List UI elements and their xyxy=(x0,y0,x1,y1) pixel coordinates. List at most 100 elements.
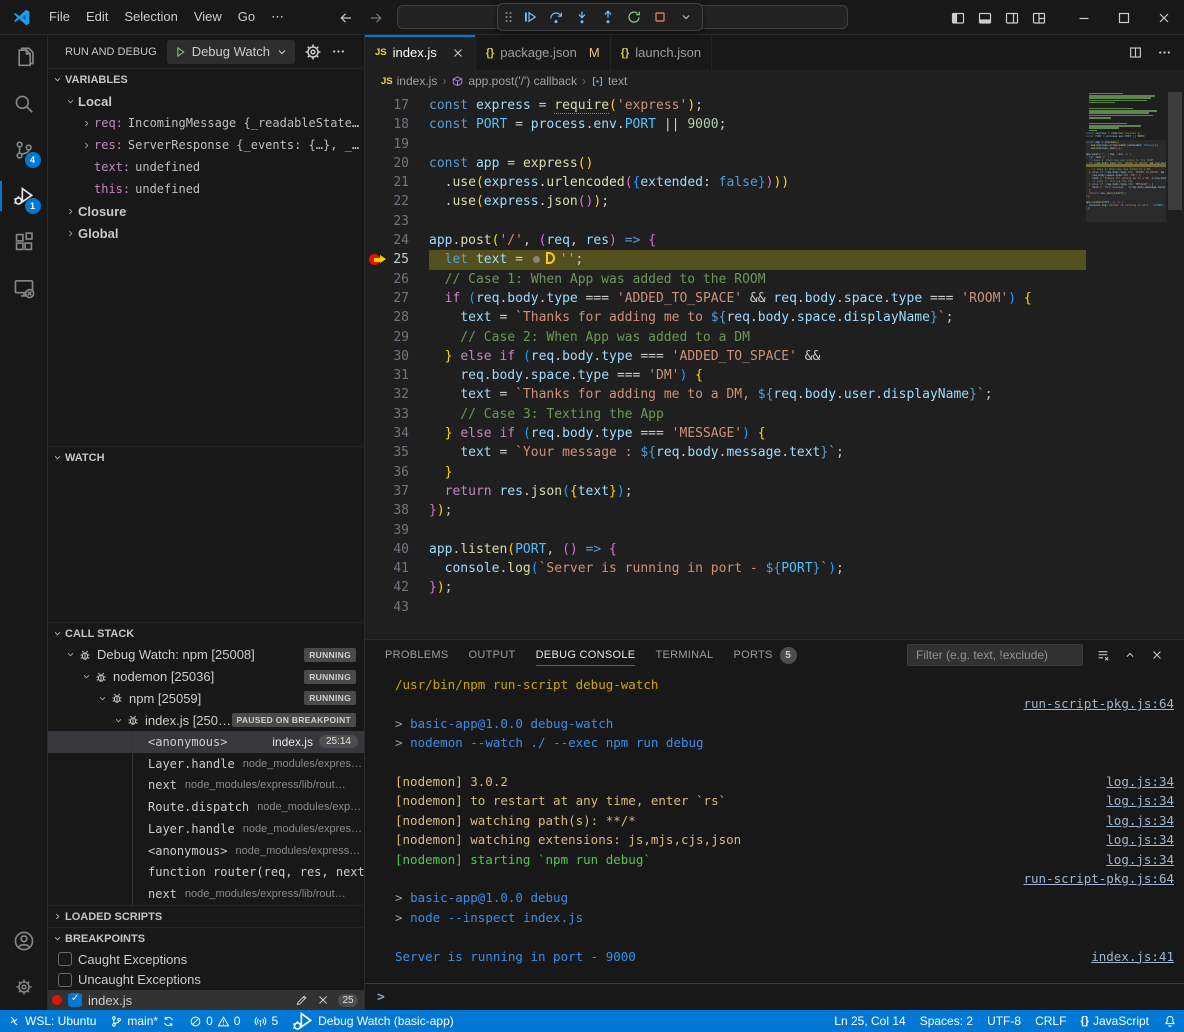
breakpoint-checkbox[interactable] xyxy=(68,993,82,1007)
code-line-41[interactable]: 41 console.log(`Server is running in por… xyxy=(365,559,1086,578)
code-line-26[interactable]: 26 // Case 1: When App was added to the … xyxy=(365,270,1086,289)
code-line-29[interactable]: 29 // Case 2: When App was added to a DM xyxy=(365,328,1086,347)
line-number[interactable]: 32 xyxy=(365,385,409,404)
callstack-frame[interactable]: Layer.handle node_modules/expres… xyxy=(48,753,364,775)
debug-settings-gear-icon[interactable] xyxy=(303,42,323,62)
code-line-38[interactable]: 38}); xyxy=(365,501,1086,520)
views-more-actions-icon[interactable] xyxy=(331,44,346,59)
editor-scrollbar[interactable] xyxy=(1166,92,1184,639)
line-number[interactable]: 29 xyxy=(365,328,409,347)
step-out-button[interactable] xyxy=(595,5,621,29)
code-line-25[interactable]: 25 let text = ''; xyxy=(365,250,1086,269)
activity-explorer[interactable] xyxy=(0,35,48,81)
remove-breakpoint-icon[interactable] xyxy=(316,993,330,1007)
close-button[interactable] xyxy=(1144,0,1184,35)
code-line-34[interactable]: 34 } else if (req.body.type === 'MESSAGE… xyxy=(365,424,1086,443)
code-line-42[interactable]: 42}); xyxy=(365,578,1086,597)
callstack-frame[interactable]: function router(req, res, next) {.pr… xyxy=(48,862,364,884)
status-encoding[interactable]: UTF-8 xyxy=(980,1010,1028,1032)
console-source-link[interactable]: log.js:34 xyxy=(1106,850,1176,869)
code-line-28[interactable]: 28 text = `Thanks for adding me to ${req… xyxy=(365,308,1086,327)
line-number[interactable]: 39 xyxy=(365,521,409,540)
menu-go[interactable]: Go xyxy=(230,4,263,30)
activity-settings[interactable] xyxy=(0,964,48,1010)
code-line-18[interactable]: 18const PORT = process.env.PORT || 9000; xyxy=(365,115,1086,134)
variable-scope-global[interactable]: Global xyxy=(48,222,364,244)
line-number[interactable]: 34 xyxy=(365,424,409,443)
menu-selection[interactable]: Selection xyxy=(116,4,185,30)
breadcrumb-item[interactable]: app.post('/') callback xyxy=(451,74,577,88)
callstack-frame[interactable]: <anonymous> node_modules/express… xyxy=(48,840,364,862)
toggle-secondary-sidebar-button[interactable] xyxy=(998,0,1025,35)
code-line-43[interactable]: 43 xyxy=(365,598,1086,617)
code-line-39[interactable]: 39 xyxy=(365,521,1086,540)
variable-row[interactable]: res:ServerResponse {_events: {…}, _ev… xyxy=(48,134,364,156)
toggle-panel-button[interactable] xyxy=(971,0,998,35)
console-source-link[interactable]: log.js:34 xyxy=(1106,791,1176,810)
activity-source-control[interactable]: 4 xyxy=(0,127,48,173)
debug-console-input[interactable]: > xyxy=(365,983,1184,1010)
code-line-31[interactable]: 31 req.body.space.type === 'DM') { xyxy=(365,366,1086,385)
code-line-37[interactable]: 37 return res.json({text}); xyxy=(365,482,1086,501)
status-git-branch[interactable]: main* xyxy=(103,1010,182,1032)
code-line-40[interactable]: 40app.listen(PORT, () => { xyxy=(365,540,1086,559)
start-debugging-icon[interactable] xyxy=(173,45,187,59)
line-number[interactable]: 43 xyxy=(365,598,409,617)
scrollbar-thumb[interactable] xyxy=(1168,92,1182,210)
line-number[interactable]: 42 xyxy=(365,578,409,597)
tab-package-json[interactable]: {}package.json M xyxy=(476,35,611,70)
callstack-session[interactable]: index.js [25083] PAUSED ON BREAKPOINT xyxy=(48,709,364,731)
line-number[interactable]: 19 xyxy=(365,135,409,154)
customize-layout-button[interactable] xyxy=(1025,0,1052,35)
line-number[interactable]: 33 xyxy=(365,405,409,424)
restart-button[interactable] xyxy=(621,5,647,29)
code-line-22[interactable]: 22 .use(express.json()); xyxy=(365,192,1086,211)
breakpoint-row[interactable]: Caught Exceptions xyxy=(48,949,364,970)
code-line-36[interactable]: 36 } xyxy=(365,463,1086,482)
status-debug-status[interactable]: Debug Watch (basic-app) xyxy=(285,1010,461,1032)
line-number[interactable]: 41 xyxy=(365,559,409,578)
go-forward-icon[interactable] xyxy=(368,10,384,26)
code-line-19[interactable]: 19 xyxy=(365,135,1086,154)
callstack-frame[interactable]: Route.dispatch node_modules/exp… xyxy=(48,796,364,818)
callstack-session[interactable]: Debug Watch: npm [25008] RUNNING xyxy=(48,644,364,666)
status-forwarded-ports[interactable]: 5 xyxy=(247,1010,285,1032)
tab-launch-json[interactable]: {}launch.json xyxy=(611,35,712,70)
activity-extensions[interactable] xyxy=(0,219,48,265)
edit-breakpoint-icon[interactable] xyxy=(295,994,308,1007)
activity-search[interactable] xyxy=(0,81,48,127)
line-number[interactable]: 21 xyxy=(365,173,409,192)
clear-console-icon[interactable] xyxy=(1096,648,1110,662)
stop-button[interactable] xyxy=(647,5,673,29)
console-source-link[interactable]: run-script-pkg.js:64 xyxy=(1023,869,1176,888)
variable-row[interactable]: text:undefined xyxy=(48,156,364,178)
menu-edit[interactable]: Edit xyxy=(78,4,116,30)
editor[interactable]: 17const express = require('express'); 18… xyxy=(365,92,1184,639)
panel-tab-output[interactable]: OUTPUT xyxy=(459,640,526,670)
variable-scope-closure[interactable]: Closure xyxy=(48,200,364,222)
line-number[interactable]: 20 xyxy=(365,154,409,173)
breadcrumb-item[interactable]: JSindex.js xyxy=(381,74,437,88)
console-source-link[interactable]: run-script-pkg.js:64 xyxy=(1023,694,1176,713)
split-editor-icon[interactable] xyxy=(1128,45,1143,60)
line-number[interactable]: 31 xyxy=(365,366,409,385)
status-cursor-position[interactable]: Ln 25, Col 14 xyxy=(827,1010,912,1032)
panel-tab-debug-console[interactable]: DEBUG CONSOLE xyxy=(526,640,646,670)
maximize-panel-icon[interactable] xyxy=(1123,648,1137,662)
line-number[interactable]: 28 xyxy=(365,308,409,327)
callstack-frame[interactable]: Layer.handle node_modules/expres… xyxy=(48,818,364,840)
menu-view[interactable]: View xyxy=(186,4,230,30)
code-line-30[interactable]: 30 } else if (req.body.type === 'ADDED_T… xyxy=(365,347,1086,366)
callstack-session[interactable]: npm [25059] RUNNING xyxy=(48,688,364,710)
line-number[interactable]: 38 xyxy=(365,501,409,520)
breakpoints-header[interactable]: BREAKPOINTS xyxy=(48,927,364,949)
minimap[interactable]: const express = require('express');const… xyxy=(1086,92,1166,639)
toolbar-grip-icon[interactable] xyxy=(501,5,517,29)
breadcrumb-item[interactable]: text xyxy=(591,74,627,88)
line-number[interactable]: 36 xyxy=(365,463,409,482)
callstack-session[interactable]: nodemon [25036] RUNNING xyxy=(48,666,364,688)
line-number[interactable]: 24 xyxy=(365,231,409,250)
callstack-frame[interactable]: next node_modules/express/lib/rout… xyxy=(48,883,364,905)
watch-header[interactable]: WATCH xyxy=(48,446,364,468)
stop-dropdown-button[interactable] xyxy=(673,5,699,29)
